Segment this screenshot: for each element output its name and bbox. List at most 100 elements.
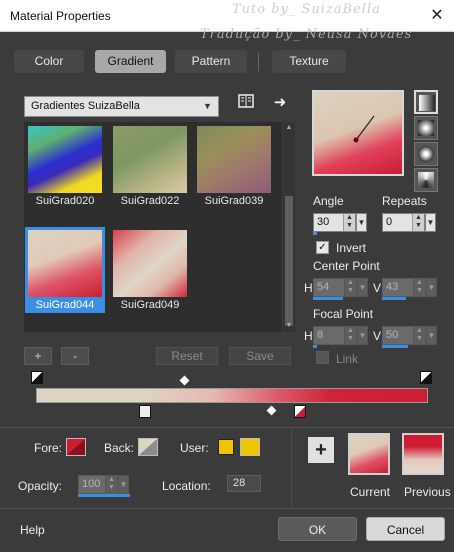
window-title: Material Properties xyxy=(10,9,111,23)
gradient-preview[interactable] xyxy=(312,90,404,176)
angle-handle-icon[interactable] xyxy=(344,110,384,150)
center-v-spinner[interactable]: 43 ▲ ▼ ▼ xyxy=(382,278,437,297)
focal-v-spinner[interactable]: 50 ▲ ▼ ▼ xyxy=(382,326,437,345)
chevron-down-icon[interactable]: ▼ xyxy=(425,213,436,232)
chevron-down-icon[interactable]: ▼ xyxy=(426,326,437,345)
back-swatch[interactable] xyxy=(138,438,158,456)
gradient-thumb-label: SuiGrad039 xyxy=(204,195,264,207)
radial-style-button[interactable] xyxy=(414,142,438,166)
remove-gradient-button[interactable]: - xyxy=(61,347,89,365)
background-stop-marker[interactable] xyxy=(420,371,432,384)
gradient-thumb-suigrad020[interactable]: SuiGrad020 xyxy=(25,123,105,209)
previous-material-swatch[interactable] xyxy=(402,433,444,475)
dropdown-value: Gradientes SuizaBella xyxy=(31,100,140,112)
ok-button[interactable]: OK xyxy=(278,517,357,541)
opacity-label: Opacity: xyxy=(18,479,63,493)
focal-h-slider[interactable] xyxy=(313,345,317,348)
selected-color-stop-marker[interactable] xyxy=(294,405,306,418)
focal-v-label: V xyxy=(373,329,382,343)
spin-arrows-icon[interactable]: ▲ ▼ xyxy=(344,327,356,344)
focal-v-value: 50 xyxy=(386,329,399,341)
sunburst-style-button[interactable] xyxy=(414,168,438,192)
gradient-thumb-suigrad039[interactable]: SuiGrad039 xyxy=(194,123,274,209)
angle-spinner[interactable]: 30 ▲ ▼ ▼ xyxy=(313,213,367,232)
gradient-thumb-suigrad044[interactable]: SuiGrad044 xyxy=(25,227,105,313)
divider xyxy=(0,427,454,428)
color-stop-marker[interactable] xyxy=(139,405,151,418)
center-h-spinner[interactable]: 54 ▲ ▼ ▼ xyxy=(313,278,368,297)
open-book-icon[interactable] xyxy=(236,94,256,114)
center-v-label: V xyxy=(373,281,382,295)
midpoint-marker[interactable] xyxy=(266,405,277,416)
reset-button[interactable]: Reset xyxy=(156,347,218,365)
gradient-library-dropdown[interactable]: Gradientes SuizaBella ▼ xyxy=(24,96,219,117)
scroll-down-icon[interactable]: ▼ xyxy=(283,320,295,332)
watermark-line-2: Tradução by_ Neusa Novaes xyxy=(200,27,413,42)
angle-slider[interactable] xyxy=(313,232,317,235)
center-h-slider[interactable] xyxy=(313,297,343,300)
user-swatch-2[interactable] xyxy=(240,438,260,456)
gradient-swatch xyxy=(113,230,187,297)
add-to-swatches-button[interactable]: + xyxy=(308,437,334,463)
watermark-line-1: Tuto by_ SuizaBella xyxy=(232,2,381,17)
spin-arrows-icon[interactable]: ▲ ▼ xyxy=(343,214,355,231)
midpoint-marker[interactable] xyxy=(179,375,190,386)
close-button[interactable]: ✕ xyxy=(424,4,450,28)
scroll-up-icon[interactable]: ▲ xyxy=(283,122,295,134)
opacity-slider[interactable] xyxy=(78,494,130,497)
chevron-down-icon[interactable]: ▼ xyxy=(356,213,367,232)
center-point-label: Center Point xyxy=(313,259,380,273)
repeats-value: 0 xyxy=(386,216,393,228)
gradient-swatch xyxy=(113,126,187,193)
gradient-editor-bar[interactable] xyxy=(36,388,428,403)
opacity-value: 100 xyxy=(82,478,101,490)
invert-checkbox[interactable]: ✓ xyxy=(316,241,329,254)
save-button[interactable]: Save xyxy=(229,347,291,365)
spin-arrows-icon[interactable]: ▲ ▼ xyxy=(344,279,356,296)
scrollbar-thumb[interactable] xyxy=(285,196,293,326)
chevron-down-icon[interactable]: ▼ xyxy=(426,278,437,297)
sunburst-gradient-icon xyxy=(418,172,434,188)
tab-texture[interactable]: Texture xyxy=(272,50,346,73)
repeats-label: Repeats xyxy=(382,194,427,208)
chevron-down-icon[interactable]: ▼ xyxy=(357,326,368,345)
gradient-thumb-suigrad049[interactable]: SuiGrad049 xyxy=(110,227,190,313)
help-link[interactable]: Help xyxy=(20,523,45,537)
tab-pattern[interactable]: Pattern xyxy=(175,50,247,73)
tab-gradient[interactable]: Gradient xyxy=(95,50,166,73)
chevron-down-icon[interactable]: ▼ xyxy=(118,475,129,494)
gradient-swatch xyxy=(28,230,102,297)
center-v-slider[interactable] xyxy=(382,297,406,300)
add-gradient-button[interactable]: + xyxy=(24,347,52,365)
focal-h-spinner[interactable]: 8 ▲ ▼ ▼ xyxy=(313,326,368,345)
gallery-scrollbar[interactable]: ▲ ▼ xyxy=(283,122,295,332)
current-label: Current xyxy=(350,485,391,499)
chevron-down-icon[interactable]: ▼ xyxy=(357,278,368,297)
gradient-thumb-suigrad022[interactable]: SuiGrad022 xyxy=(110,123,190,209)
link-checkbox[interactable] xyxy=(316,351,329,364)
opacity-spinner[interactable]: 100 ▲ ▼ ▼ xyxy=(78,475,129,494)
rectangular-style-button[interactable] xyxy=(414,116,438,140)
tab-divider xyxy=(258,53,259,71)
location-input[interactable]: 28 xyxy=(227,475,261,492)
gradient-thumb-label: SuiGrad049 xyxy=(120,299,180,311)
current-material-swatch[interactable] xyxy=(348,433,390,475)
invert-label: Invert xyxy=(336,241,367,255)
arrow-right-icon[interactable]: ➜ xyxy=(270,93,290,113)
fore-label: Fore: xyxy=(34,441,63,455)
cancel-button[interactable]: Cancel xyxy=(366,517,445,541)
spin-arrows-icon[interactable]: ▲ ▼ xyxy=(413,327,425,344)
repeats-spinner[interactable]: 0 ▲ ▼ ▼ xyxy=(382,213,436,232)
fore-swatch[interactable] xyxy=(66,438,86,456)
divider xyxy=(0,508,454,509)
linear-gradient-icon xyxy=(419,95,435,111)
focal-v-slider[interactable] xyxy=(382,345,408,348)
foreground-stop-marker[interactable] xyxy=(31,371,43,384)
tab-color[interactable]: Color xyxy=(14,50,84,73)
spin-arrows-icon[interactable]: ▲ ▼ xyxy=(413,279,425,296)
user-swatch-1[interactable] xyxy=(218,439,234,455)
center-v-value: 43 xyxy=(386,281,399,293)
linear-style-button[interactable] xyxy=(414,90,438,114)
spin-arrows-icon[interactable]: ▲ ▼ xyxy=(105,476,117,493)
spin-arrows-icon[interactable]: ▲ ▼ xyxy=(412,214,424,231)
